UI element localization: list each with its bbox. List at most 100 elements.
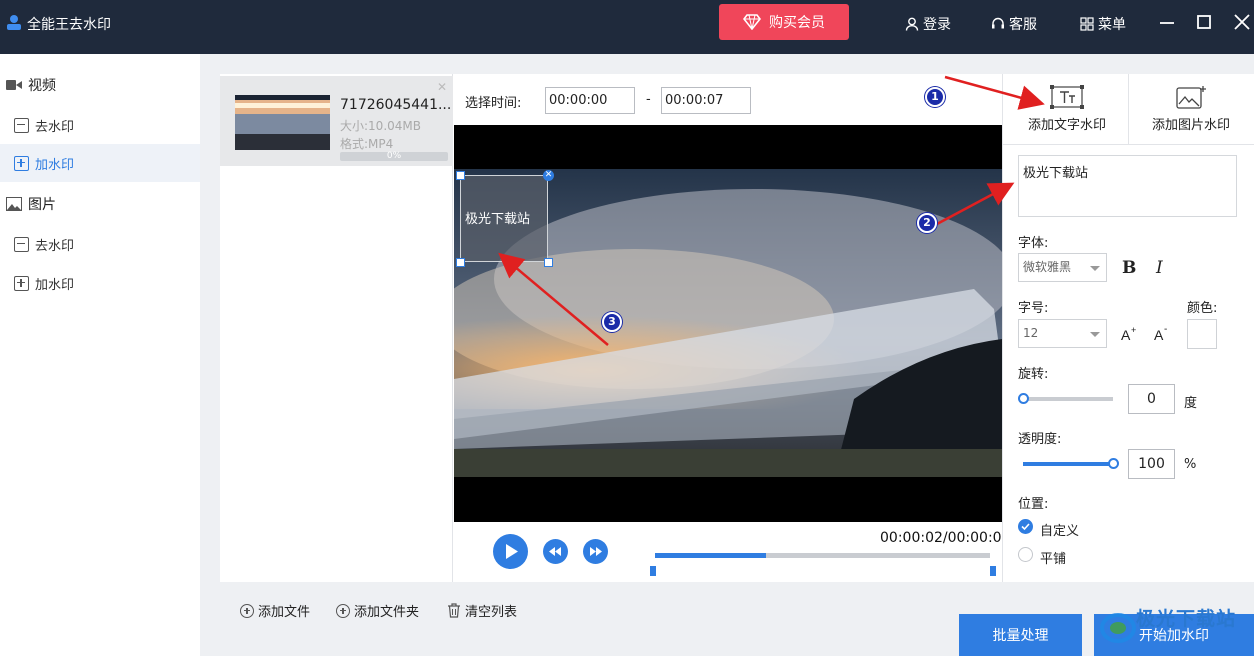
- menu-label: 菜单: [1098, 17, 1126, 33]
- seek-bar-progress: [655, 553, 766, 558]
- rotation-slider[interactable]: [1023, 397, 1113, 401]
- minus-square-icon: [14, 117, 29, 133]
- current-time: 00:00:02: [880, 530, 943, 546]
- increase-font-size-icon[interactable]: A +: [1120, 325, 1138, 343]
- font-size-select[interactable]: 12: [1018, 319, 1107, 348]
- customer-service-label: 客服: [1009, 17, 1037, 33]
- app-logo-icon: [7, 15, 21, 30]
- image-icon: [6, 197, 22, 211]
- range-end-marker[interactable]: [990, 566, 996, 576]
- sidebar-item-video-remove-watermark[interactable]: 去水印: [0, 106, 200, 144]
- rotation-slider-knob[interactable]: [1017, 393, 1029, 404]
- bold-button[interactable]: B: [1122, 258, 1136, 278]
- annotation-marker-3: 3: [602, 312, 622, 332]
- color-label: 颜色:: [1187, 301, 1218, 316]
- clear-list-button[interactable]: 清空列表: [447, 601, 517, 620]
- position-custom-label: 自定义: [1040, 524, 1080, 539]
- minimize-icon[interactable]: [1157, 12, 1177, 32]
- position-tile-radio[interactable]: [1018, 547, 1033, 562]
- rotation-input[interactable]: 0: [1128, 384, 1175, 414]
- sidebar-item-label: 去水印: [35, 238, 75, 254]
- sidebar-item-video-add-watermark[interactable]: 加水印: [0, 144, 200, 182]
- play-button[interactable]: [493, 534, 528, 569]
- svg-text:A: A: [1154, 327, 1164, 343]
- site-brand-watermark: 极光下载站: [1136, 608, 1237, 630]
- add-folder-label: 添加文件夹: [354, 605, 420, 620]
- buy-membership-button[interactable]: 购买会员: [719, 4, 849, 40]
- image-watermark-icon: [1176, 86, 1206, 109]
- opacity-slider-knob[interactable]: [1107, 458, 1119, 469]
- grid-icon: [1080, 17, 1094, 31]
- sidebar-group-video-label: 视频: [28, 78, 56, 94]
- sidebar-group-image: 图片: [0, 185, 200, 223]
- rotation-unit: 度: [1184, 396, 1198, 411]
- font-size-label: 字号:: [1018, 301, 1049, 316]
- tab-add-text-watermark[interactable]: 添加文字水印: [1004, 84, 1130, 133]
- opacity-unit: %: [1184, 457, 1197, 472]
- select-time-label: 选择时间:: [465, 96, 522, 111]
- rewind-icon: [549, 547, 561, 556]
- chevron-down-icon: [1090, 266, 1100, 271]
- tab-divider-bottom: [1002, 144, 1254, 145]
- login-label: 登录: [923, 17, 951, 33]
- position-label: 位置:: [1018, 497, 1049, 512]
- rewind-button[interactable]: [543, 539, 568, 564]
- user-icon: [905, 17, 919, 31]
- font-family-select[interactable]: 微软雅黑: [1018, 253, 1107, 282]
- check-icon: [1021, 523, 1030, 531]
- range-start-marker[interactable]: [650, 566, 656, 576]
- fast-forward-icon: [590, 547, 602, 556]
- color-picker-swatch[interactable]: [1187, 319, 1217, 349]
- italic-button[interactable]: I: [1156, 258, 1163, 278]
- sidebar-item-label: 加水印: [35, 277, 75, 293]
- sidebar-item-label: 加水印: [35, 157, 75, 173]
- sidebar-item-image-add-watermark[interactable]: 加水印: [0, 264, 200, 302]
- add-folder-button[interactable]: 添加文件夹: [336, 601, 419, 620]
- rotation-label: 旋转:: [1018, 367, 1049, 382]
- font-label: 字体:: [1018, 236, 1049, 251]
- time-range-dash: -: [646, 92, 651, 107]
- font-family-value: 微软雅黑: [1023, 260, 1072, 274]
- watermark-delete-icon[interactable]: ✕: [543, 170, 554, 181]
- resize-handle-top-left[interactable]: [456, 171, 465, 180]
- customer-service-button[interactable]: 客服: [991, 14, 1037, 34]
- opacity-label: 透明度:: [1018, 432, 1062, 447]
- sidebar-item-image-remove-watermark[interactable]: 去水印: [0, 225, 200, 263]
- fast-forward-button[interactable]: [583, 539, 608, 564]
- chevron-down-icon: [1090, 332, 1100, 337]
- maximize-icon[interactable]: [1194, 12, 1214, 32]
- headset-icon: [992, 17, 1004, 29]
- opacity-input[interactable]: 100: [1128, 449, 1175, 479]
- plus-square-icon: [14, 155, 29, 171]
- add-file-button[interactable]: 添加文件: [240, 601, 310, 620]
- file-name: 71726045441...: [340, 97, 452, 113]
- sidebar-item-label: 去水印: [35, 119, 75, 135]
- file-size: 大小:10.04MB: [340, 119, 421, 133]
- sidebar-group-image-label: 图片: [28, 197, 56, 213]
- trash-icon: [448, 603, 460, 618]
- buy-membership-label: 购买会员: [769, 15, 825, 31]
- tab-add-image-watermark[interactable]: 添加图片水印: [1128, 84, 1254, 133]
- tab-add-text-watermark-label: 添加文字水印: [1027, 118, 1106, 133]
- watermark-overlay-text: 极光下载站: [465, 212, 531, 227]
- video-thumbnail: [235, 95, 330, 150]
- start-time-input[interactable]: 00:00:00: [545, 87, 635, 114]
- batch-process-button[interactable]: 批量处理: [959, 614, 1082, 656]
- annotation-marker-1: 1: [925, 87, 945, 107]
- app-title: 全能王去水印: [27, 17, 111, 33]
- play-icon: [506, 544, 518, 559]
- svg-text:A: A: [1121, 327, 1131, 343]
- login-button[interactable]: 登录: [905, 14, 951, 34]
- menu-button[interactable]: 菜单: [1080, 14, 1126, 34]
- watermark-text-input[interactable]: 极光下载站: [1018, 155, 1237, 217]
- remove-file-icon[interactable]: ✕: [437, 80, 447, 94]
- svg-text:-: -: [1164, 325, 1167, 335]
- resize-handle-bottom-right[interactable]: [544, 258, 553, 267]
- decrease-font-size-icon[interactable]: A-: [1153, 325, 1171, 343]
- batch-process-label: 批量处理: [992, 628, 1049, 644]
- close-icon[interactable]: [1232, 12, 1252, 32]
- resize-handle-bottom-left[interactable]: [456, 258, 465, 267]
- end-time-input[interactable]: 00:00:07: [661, 87, 751, 114]
- position-custom-radio[interactable]: [1018, 519, 1033, 534]
- add-circle-icon: [240, 603, 254, 618]
